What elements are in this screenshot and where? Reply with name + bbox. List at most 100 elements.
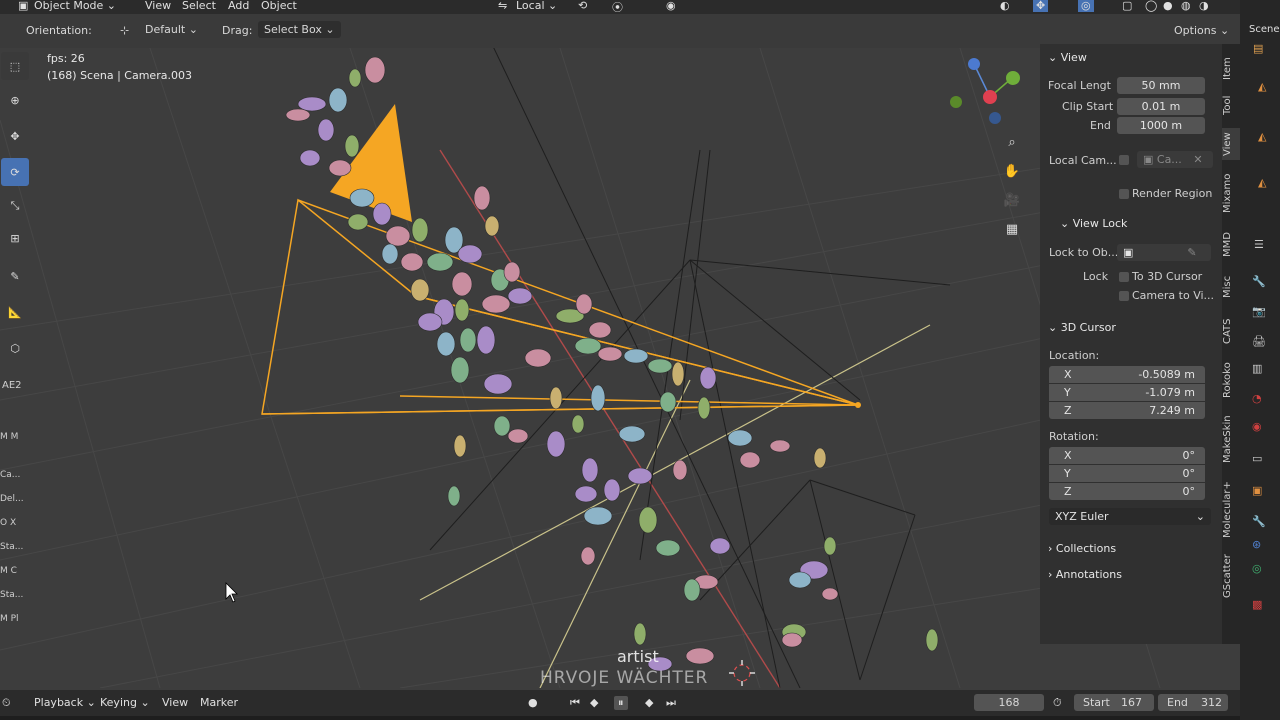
object-icon[interactable]: ◭: [1258, 80, 1266, 93]
cursor-tool-icon[interactable]: ⊕: [1, 86, 29, 114]
object-icon[interactable]: ◭: [1258, 176, 1266, 189]
options-dropdown[interactable]: Options ⌄: [1174, 24, 1229, 37]
camera-view-icon[interactable]: 🎥: [1000, 188, 1024, 212]
left-item[interactable]: Del...: [0, 494, 24, 504]
physics-properties-icon[interactable]: ◎: [1252, 562, 1262, 575]
drag-dropdown[interactable]: Select Box ⌄: [258, 21, 341, 38]
world-properties-icon[interactable]: ◉: [1252, 420, 1262, 433]
end-frame-field[interactable]: End 312: [1158, 694, 1228, 711]
menu-add[interactable]: Add: [228, 0, 249, 12]
tab-item[interactable]: Item: [1222, 54, 1240, 84]
tool-properties-icon[interactable]: 🔧: [1252, 275, 1266, 288]
keying-menu[interactable]: Keying ⌄: [100, 696, 150, 709]
visibility-icon[interactable]: ◐: [1000, 0, 1010, 12]
shading-material-icon[interactable]: ◍: [1181, 0, 1191, 12]
cursor-loc-y-field[interactable]: Y -1.079 m: [1049, 384, 1205, 401]
clip-start-field[interactable]: 0.01 m: [1117, 98, 1205, 115]
tab-cats[interactable]: CATS: [1222, 314, 1240, 348]
tab-tool[interactable]: Tool: [1222, 90, 1240, 120]
view-panel-header[interactable]: ⌄ View: [1048, 51, 1087, 64]
jump-start-button[interactable]: ⏮: [570, 696, 580, 710]
focal-length-field[interactable]: 50 mm: [1117, 77, 1205, 94]
jump-keyframe-back-button[interactable]: ◆: [590, 696, 598, 709]
xray-icon[interactable]: ▢: [1122, 0, 1132, 12]
left-item[interactable]: Ca...: [0, 470, 20, 480]
marker-menu[interactable]: Marker: [200, 696, 238, 709]
start-frame-field[interactable]: Start 167: [1074, 694, 1154, 711]
tab-mixamo[interactable]: Mixamo: [1222, 170, 1240, 216]
select-tool-icon[interactable]: ⬚: [1, 52, 29, 80]
menu-object[interactable]: Object: [261, 0, 297, 12]
cursor-panel-header[interactable]: ⌄ 3D Cursor: [1048, 321, 1116, 334]
annotate-tool-icon[interactable]: ✎: [1, 262, 29, 290]
tab-makeskin[interactable]: MakeSkin: [1222, 410, 1240, 468]
record-button[interactable]: ●: [528, 696, 538, 709]
output-properties-icon[interactable]: 🖨: [1252, 335, 1266, 348]
timeline-view-menu[interactable]: View: [162, 696, 188, 709]
transform-tool-icon[interactable]: ⊞: [1, 224, 29, 252]
pivot-icon[interactable]: ⟲: [578, 0, 587, 12]
stopwatch-icon[interactable]: ⏱: [1053, 696, 1062, 710]
view-layer-icon[interactable]: ▥: [1252, 362, 1262, 375]
shading-solid-icon[interactable]: ●: [1163, 0, 1173, 12]
cursor-loc-z-field[interactable]: Z 7.249 m: [1049, 402, 1205, 419]
left-item[interactable]: M M: [0, 432, 18, 442]
jump-keyframe-forward-button[interactable]: ◆: [645, 696, 653, 709]
tab-mmd[interactable]: MMD: [1222, 230, 1240, 260]
object-properties-icon[interactable]: ▣: [1252, 484, 1262, 497]
gizmo-toggle-icon[interactable]: ✥: [1033, 0, 1049, 12]
proportional-edit-icon[interactable]: ◉: [666, 0, 676, 12]
local-camera-field[interactable]: ▣ Ca... ✕: [1137, 151, 1213, 168]
left-item[interactable]: M Pl: [0, 614, 19, 624]
measure-tool-icon[interactable]: 📐: [1, 298, 29, 326]
cursor-rot-z-field[interactable]: Z 0°: [1049, 483, 1205, 500]
tab-rokoko[interactable]: Rokoko: [1222, 358, 1240, 402]
particle-properties-icon[interactable]: ⊛: [1252, 538, 1261, 551]
scene-properties-icon[interactable]: ◔: [1252, 392, 1262, 405]
annotations-panel-header[interactable]: › Annotations: [1048, 568, 1122, 581]
rotation-mode-dropdown[interactable]: XYZ Euler ⌄: [1049, 508, 1211, 525]
properties-editor-icon[interactable]: ☰: [1254, 238, 1264, 251]
camera-to-view-checkbox[interactable]: [1119, 291, 1129, 301]
current-frame-field[interactable]: 168: [974, 694, 1044, 711]
clip-end-field[interactable]: 1000 m: [1117, 117, 1205, 134]
tab-misc[interactable]: Misc: [1222, 272, 1240, 302]
transform-space-dropdown[interactable]: Local ⌄: [516, 0, 557, 12]
menu-view[interactable]: View: [145, 0, 171, 12]
ortho-grid-icon[interactable]: ▦: [1000, 217, 1024, 241]
lock-to-cursor-checkbox[interactable]: [1119, 272, 1129, 282]
lock-to-object-field[interactable]: ▣ ✎: [1117, 244, 1211, 261]
render-region-checkbox[interactable]: [1119, 189, 1129, 199]
outliner-icon[interactable]: ▤: [1253, 42, 1263, 55]
zoom-icon[interactable]: ⌕: [1000, 130, 1024, 154]
overlay-toggle-icon[interactable]: ◎: [1078, 0, 1094, 12]
tab-molecular[interactable]: Molecular+: [1222, 478, 1240, 542]
add-cube-tool-icon[interactable]: ⬡: [1, 334, 29, 362]
left-item[interactable]: Sta...: [0, 542, 23, 552]
left-item[interactable]: M C: [0, 566, 17, 576]
shading-wireframe-icon[interactable]: ◯: [1145, 0, 1157, 12]
modifier-properties-icon[interactable]: 🔧: [1252, 515, 1266, 528]
timeline-editor-icon[interactable]: ⏲: [2, 696, 11, 710]
pause-button[interactable]: ⏸: [614, 696, 628, 710]
collections-panel-header[interactable]: › Collections: [1048, 542, 1116, 555]
tab-view[interactable]: View: [1222, 128, 1240, 160]
move-tool-icon[interactable]: ✥: [1, 122, 29, 150]
collection-properties-icon[interactable]: ▭: [1252, 452, 1262, 465]
tab-gscatter[interactable]: GScatter: [1222, 550, 1240, 602]
cursor-loc-x-field[interactable]: X -0.5089 m: [1049, 366, 1205, 383]
view-lock-header[interactable]: ⌄ View Lock: [1060, 217, 1127, 230]
mode-dropdown[interactable]: Object Mode ⌄: [34, 0, 116, 12]
local-camera-checkbox[interactable]: [1119, 155, 1129, 165]
3d-viewport[interactable]: [0, 48, 1222, 688]
left-item[interactable]: Sta...: [0, 590, 23, 600]
playback-menu[interactable]: Playback ⌄: [34, 696, 96, 709]
rotate-tool-icon[interactable]: ⟳: [1, 158, 29, 186]
render-properties-icon[interactable]: 📷: [1252, 305, 1266, 318]
pan-hand-icon[interactable]: ✋: [1000, 159, 1024, 183]
cursor-rot-y-field[interactable]: Y 0°: [1049, 465, 1205, 482]
snap-icon[interactable]: ⦿: [612, 0, 623, 15]
orientation-dropdown[interactable]: Default ⌄: [139, 21, 213, 38]
left-item[interactable]: O X: [0, 518, 16, 528]
jump-end-button[interactable]: ⏭: [666, 696, 676, 710]
